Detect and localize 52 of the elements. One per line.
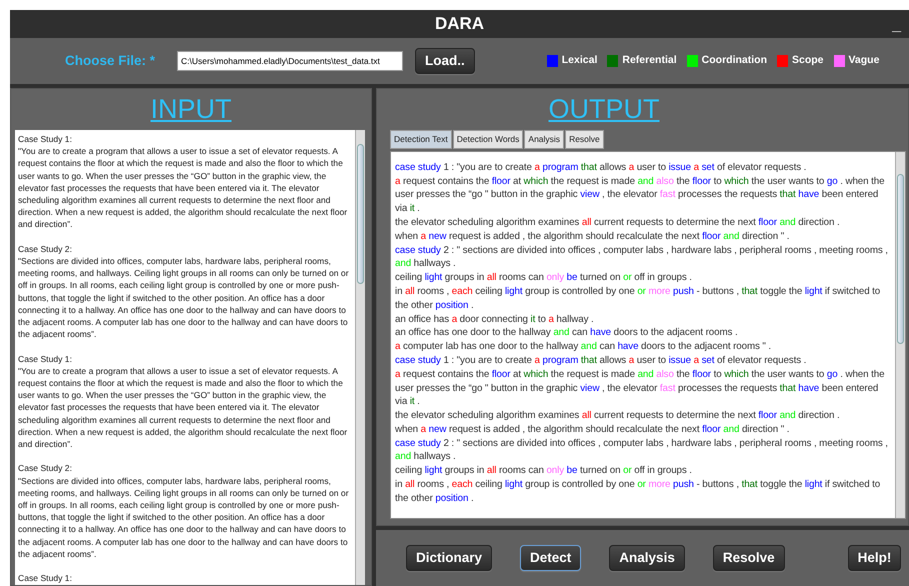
output-line: a request contains the floor at which the request is made and also the floor to which the user wants to go . when the user presses the “go " button in the graphic view , the elevator fast processes the requests that have been entered via it . [395, 174, 886, 216]
legend-label: Vague [848, 53, 880, 68]
case-text: "You are to create a program that allows a user to issue a set of elevator requests. A request contains the floor at which the request is made and also the floor to which the user wants to go. When the user presses the “GO” button in the graphic view, the elevator fast processes the requests that have been entered via it. The elevator scheduling algorithm examines all current requests to determine the next floor and direction. When a new request is added, the algorithm should recalculate the next floor and direction”. [18, 145, 348, 231]
case-text: "Sections are divided into offices, computer labs, hardware labs, peripheral rooms, meeting rooms, and hallways. Ceiling light groups in all rooms can only be turned on or off in groups. In all rooms, each ceiling light group is controlled by one or more push-buttons, that toggle the light if switched to the other position. An office has a door connecting it to a hallway. An office has one door to the hallway and can have doors to the adjacent rooms. A computer lab has one door to the hallway and can have doors to the adjacent rooms”. [18, 474, 350, 560]
output-line: when a new request is added , the algorithm should recalculate the next floor and direction " . [395, 422, 790, 437]
scrollbar[interactable] [355, 130, 365, 585]
output-line: an office has a door connecting it to a hallway . [395, 312, 595, 326]
legend-label: Coordination [702, 53, 767, 68]
legend-label: Lexical [562, 53, 598, 68]
tab[interactable]: Detection Words [452, 130, 524, 149]
legend-label: Referential [622, 53, 677, 68]
tab[interactable]: Resolve [565, 130, 604, 149]
case-heading: Case Study 1: [18, 133, 73, 146]
scrollbar[interactable] [895, 152, 905, 518]
action-button[interactable]: Dictionary [406, 544, 492, 572]
case-heading: Case Study 2: [18, 242, 73, 256]
window-title: DARA [434, 13, 484, 36]
output-line: an office has one door to the hallway and can have doors to the adjacent rooms . [395, 326, 739, 340]
output-line: in all rooms , each ceiling light group is controlled by one or more push - buttons , that toggle the light if switched to the other position . [395, 284, 882, 313]
output-line: case study 1 : "you are to create a program that allows a user to issue a set of elevator requests . [395, 160, 808, 175]
output-line: when a new request is added , the algorithm should recalculate the next floor and direction " . [395, 230, 790, 244]
tab[interactable]: Analysis [524, 130, 564, 149]
input-text-area[interactable] [15, 130, 355, 585]
output-line: case study 2 : " sections are divided into offices , computer labs , hardware labs , peripheral rooms , meeting rooms , and hallways . [395, 244, 889, 272]
file-label: Choose File: * [65, 52, 156, 70]
action-button[interactable]: Detect [520, 544, 582, 572]
case-text: "You are to create a program that allows a user to issue a set of elevator requests. A request contains the floor at which the request is made and also the floor to which the user wants to go. When the user presses the “GO” button in the graphic view, the elevator fast processes the requests that have been entered via it. The elevator scheduling algorithm examines all current requests to determine the next floor and direction. When a new request is added, the algorithm should recalculate the next floor and direction”. [18, 364, 348, 450]
output-line: ceiling light groups in all rooms can only be turned on or off in groups . [395, 271, 693, 285]
case-heading: Case Study 1: [18, 572, 73, 584]
action-button[interactable]: Help! [848, 544, 902, 572]
output-line: the elevator scheduling algorithm examines all current requests to determine the next floor and direction . [395, 216, 841, 230]
input-title: INPUT [150, 93, 232, 125]
output-line: ceiling light groups in all rooms can only be turned on or off in groups . [395, 464, 693, 478]
case-text: "Sections are divided into offices, computer labs, hardware labs, peripheral rooms, meeting rooms, and hallways. Ceiling light groups in all rooms can only be turned on or off in groups. In all rooms, each ceiling light group is controlled by one or more push-buttons, that toggle the light if switched to the other position. An office has a door connecting it to a hallway. An office has one door to the hallway and can have doors to the adjacent rooms. A computer lab has one door to the hallway and can have doors to the adjacent rooms”. [18, 255, 350, 340]
case-heading: Case Study 1: [18, 352, 73, 365]
output-line: a request contains the floor at which the request is made and also the floor to which the user wants to go . when the user presses the “go " button in the graphic view , the elevator fast processes the requests that have been entered via it . [395, 368, 886, 410]
scrollbar-thumb[interactable] [897, 174, 904, 344]
action-button[interactable]: Resolve [712, 544, 785, 572]
output-line: case study 2 : " sections are divided into offices , computer labs , hardware labs , peripheral rooms , meeting rooms , and hallways . [395, 436, 889, 464]
file-path-field[interactable]: C:\Users\mohammed.eladly\Documents\test_data.txt [177, 51, 404, 71]
load-button[interactable]: Load.. [415, 48, 475, 74]
tab[interactable]: Detection Text [390, 130, 452, 149]
case-heading: Case Study 2: [18, 462, 73, 475]
action-button[interactable]: Analysis [609, 544, 685, 572]
legend-label: Scope [792, 53, 824, 68]
output-line: a computer lab has one door to the hallway and can have doors to the adjacent rooms " . [395, 340, 772, 354]
scrollbar-thumb[interactable] [357, 144, 364, 284]
output-title: OUTPUT [548, 93, 660, 125]
output-line: case study 1 : "you are to create a program that allows a user to issue a set of elevator requests . [395, 354, 808, 368]
output-line: in all rooms , each ceiling light group is controlled by one or more push - buttons , that toggle the light if switched to the other position . [395, 478, 882, 506]
output-line: the elevator scheduling algorithm examines all current requests to determine the next floor and direction . [395, 409, 841, 423]
minimize-button[interactable]: _ [892, 14, 901, 38]
